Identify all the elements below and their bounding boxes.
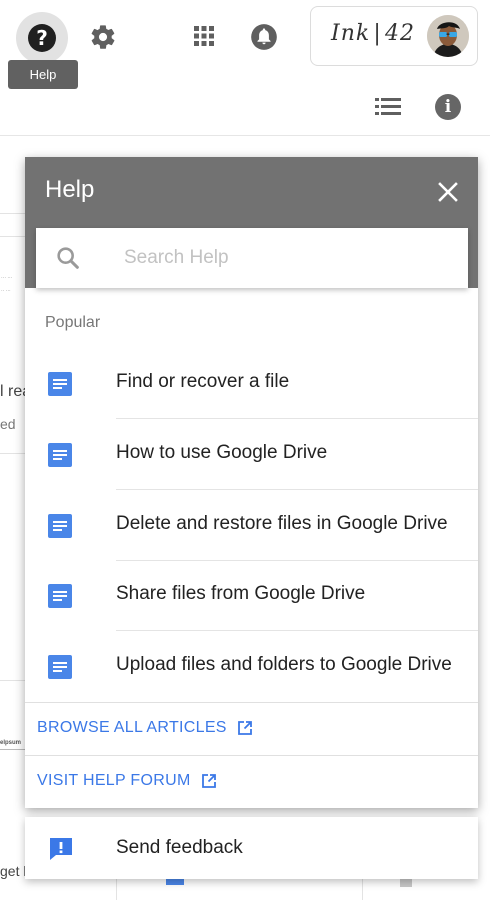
notifications-icon xyxy=(251,24,277,50)
divider xyxy=(25,755,478,756)
background-file-name: get l xyxy=(0,863,25,879)
visit-help-forum-label: VISIT HELP FORUM xyxy=(37,772,191,789)
background-thumbnail: ··· ··· xyxy=(1,275,13,281)
background-divider xyxy=(362,879,363,900)
divider xyxy=(116,418,478,419)
background-file-icon xyxy=(400,879,412,887)
help-button[interactable]: ? xyxy=(16,12,68,64)
search-box xyxy=(36,228,468,288)
document-icon xyxy=(48,443,72,467)
top-bar: ? Help Ink | 42 i xyxy=(0,0,490,136)
divider xyxy=(25,702,478,703)
info-icon: i xyxy=(435,94,461,120)
article-item[interactable]: How to use Google Drive xyxy=(25,420,478,490)
avatar[interactable] xyxy=(427,15,469,57)
background-divider xyxy=(116,879,117,900)
background-divider xyxy=(0,680,25,681)
browse-all-articles-label: BROWSE ALL ARTICLES xyxy=(37,719,227,736)
browse-all-articles-link[interactable]: BROWSE ALL ARTICLES xyxy=(37,713,253,743)
account-switcher[interactable]: Ink | 42 xyxy=(310,6,478,66)
visit-help-forum-link[interactable]: VISIT HELP FORUM xyxy=(37,766,217,796)
search-input[interactable] xyxy=(124,240,454,276)
document-icon xyxy=(48,514,72,538)
send-feedback-label: Send feedback xyxy=(116,837,243,858)
search-icon xyxy=(57,247,79,269)
divider xyxy=(116,630,478,631)
article-label: Upload files and folders to Google Drive xyxy=(116,654,452,675)
background-file-meta: ed xyxy=(0,416,16,432)
list-view-icon xyxy=(375,98,401,115)
document-icon xyxy=(48,372,72,396)
external-link-icon xyxy=(201,774,216,788)
article-label: Share files from Google Drive xyxy=(116,583,366,604)
background-file-name: l rea xyxy=(0,383,25,400)
gear-icon xyxy=(91,25,115,49)
article-label: Find or recover a file xyxy=(116,371,290,392)
apps-button[interactable] xyxy=(188,20,220,52)
article-item[interactable]: Delete and restore files in Google Drive xyxy=(25,491,478,561)
article-label: How to use Google Drive xyxy=(116,442,328,463)
background-file-icon xyxy=(166,879,184,885)
brand-logo: Ink | 42 xyxy=(331,21,415,46)
document-icon xyxy=(48,655,72,679)
notifications-button[interactable] xyxy=(247,20,281,54)
background-divider xyxy=(0,213,25,214)
background-divider xyxy=(0,749,25,750)
list-view-button[interactable] xyxy=(371,90,405,124)
article-label: Delete and restore files in Google Drive xyxy=(116,513,448,534)
close-button[interactable] xyxy=(433,177,463,207)
help-panel-title: Help xyxy=(45,176,95,203)
details-button[interactable]: i xyxy=(431,90,465,124)
document-icon xyxy=(48,584,72,608)
close-icon xyxy=(438,182,458,202)
help-panel: Help Popular Find or recover a file How … xyxy=(25,157,478,808)
background-thumbnail-text: elpsum xyxy=(0,740,22,746)
background-divider xyxy=(0,236,25,237)
external-link-icon xyxy=(237,721,252,735)
article-item[interactable]: Find or recover a file xyxy=(25,349,478,419)
popular-heading: Popular xyxy=(45,314,101,331)
settings-button[interactable] xyxy=(86,20,120,54)
background-divider xyxy=(0,453,25,454)
apps-grid-icon xyxy=(194,26,214,46)
feedback-icon xyxy=(50,838,72,860)
divider xyxy=(116,489,478,490)
help-icon: ? xyxy=(28,24,56,52)
help-tooltip: Help xyxy=(8,60,78,89)
background-thumbnail: ·· ··· xyxy=(1,288,11,294)
article-item[interactable]: Share files from Google Drive xyxy=(25,561,478,631)
send-feedback-button[interactable]: Send feedback xyxy=(25,817,478,879)
article-item[interactable]: Upload files and folders to Google Drive xyxy=(25,632,478,702)
